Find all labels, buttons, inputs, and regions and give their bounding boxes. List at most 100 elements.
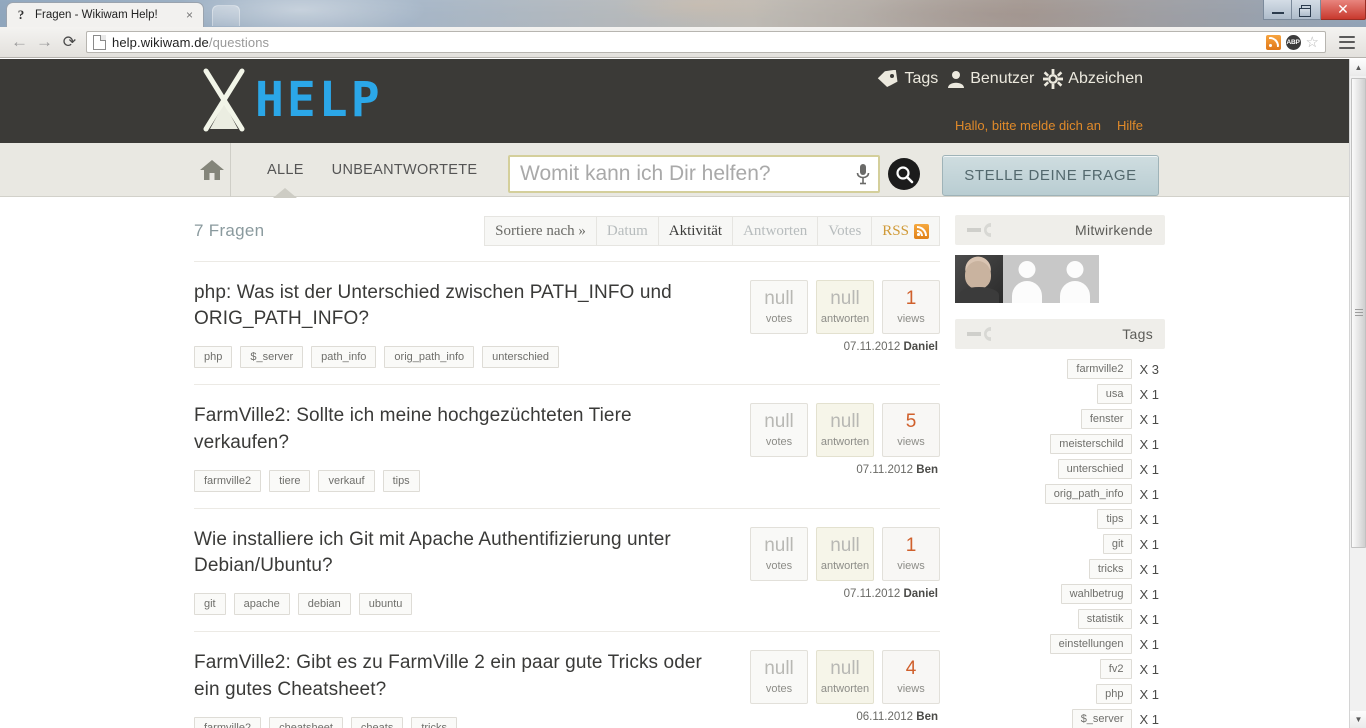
tag-chip[interactable]: tips [382, 469, 420, 492]
sidebar-tag-row: $_server X 1 [1071, 709, 1159, 728]
tag-chip[interactable]: php [1096, 684, 1133, 704]
sort-option-votes[interactable]: Votes [818, 217, 873, 245]
back-icon[interactable]: ← [7, 30, 32, 55]
adblock-icon[interactable]: ABP [1285, 34, 1301, 50]
tag-chip[interactable]: unterschied [482, 346, 560, 369]
sort-option-antworten[interactable]: Antworten [733, 217, 819, 245]
tag-chip[interactable]: tricks [1088, 559, 1133, 579]
question-author[interactable]: Daniel [903, 588, 938, 600]
stat-label: views [897, 559, 925, 572]
close-icon[interactable]: × [182, 8, 197, 23]
tag-chip[interactable]: orig_path_info [1044, 484, 1133, 504]
forward-icon[interactable]: → [32, 30, 57, 55]
scrollbar-thumb[interactable] [1351, 78, 1366, 548]
tag-chip[interactable]: tips [1097, 509, 1133, 529]
tag-chip[interactable]: debian [297, 593, 351, 616]
reload-icon[interactable]: ⟳ [57, 30, 82, 55]
login-prompt[interactable]: Hallo, bitte melde dich an [955, 118, 1101, 133]
address-bar[interactable]: help.wikiwam.de/questions ABP ☆ [86, 31, 1326, 53]
sidebar-tag-row: einstellungen X 1 [1049, 634, 1159, 654]
header-link-abzeichen[interactable]: Abzeichen [1043, 69, 1143, 89]
new-tab-button[interactable] [212, 5, 240, 26]
tag-chip[interactable]: ubuntu [358, 593, 413, 616]
avatar[interactable] [955, 255, 1003, 303]
tag-chip[interactable]: git [194, 593, 226, 616]
tag-chip[interactable]: php [194, 346, 233, 369]
tag-chip[interactable]: tricks [411, 716, 457, 728]
page-scrollbar[interactable]: ▲ ▼ [1349, 59, 1366, 728]
stat-value: null [764, 288, 794, 309]
bookmark-star-icon[interactable]: ☆ [1306, 35, 1319, 50]
avatar[interactable] [1051, 255, 1099, 303]
help-link[interactable]: Hilfe [1117, 118, 1143, 133]
microphone-icon[interactable] [856, 163, 870, 185]
scroll-up-arrow-icon[interactable]: ▲ [1350, 59, 1366, 76]
sort-bar: 7 Fragen Sortiere nach » Datum Aktivität… [194, 215, 940, 247]
maximize-button[interactable] [1292, 0, 1321, 20]
ask-question-button[interactable]: STELLE DEINE FRAGE [942, 155, 1159, 196]
stat-value: 1 [905, 288, 917, 309]
tag-chip[interactable]: farmville2 [194, 716, 262, 728]
tag-chip[interactable]: farmville2 [1067, 359, 1133, 379]
rss-link[interactable]: RSS [872, 217, 939, 245]
avatar[interactable] [1003, 255, 1051, 303]
sort-option-datum[interactable]: Datum [597, 217, 659, 245]
tag-chip[interactable]: einstellungen [1049, 634, 1133, 654]
tag-chip[interactable]: wahlbetrug [1060, 584, 1133, 604]
question-row: Wie installiere ich Git mit Apache Authe… [194, 507, 940, 631]
tag-chip[interactable]: git [1102, 534, 1133, 554]
search-button[interactable] [888, 158, 920, 190]
question-author[interactable]: Ben [916, 711, 938, 723]
tag-chip[interactable]: cheats [350, 716, 404, 728]
tag-chip[interactable]: $_server [1071, 709, 1133, 728]
tag-chip[interactable]: unterschied [1057, 459, 1133, 479]
rss-feed-icon[interactable] [1265, 34, 1281, 50]
question-body: FarmVille2: Gibt es zu FarmVille 2 ein p… [194, 650, 740, 728]
question-date: 06.11.2012 [856, 711, 914, 724]
header-link-benutzer[interactable]: Benutzer [947, 70, 1034, 88]
question-author[interactable]: Daniel [903, 341, 938, 353]
nav-tab-unbeantwortete[interactable]: UNBEANTWORTETE [318, 143, 492, 197]
stat-value: 1 [905, 534, 917, 556]
tag-chip[interactable]: meisterschild [1050, 434, 1133, 454]
hamburger-menu-icon[interactable] [1339, 35, 1355, 49]
browser-tab[interactable]: ? Fragen - Wikiwam Help! × [6, 2, 204, 27]
home-icon [200, 159, 224, 180]
site-logo[interactable]: HELP [197, 67, 383, 133]
nav-tab-alle[interactable]: ALLE [253, 143, 318, 197]
question-meta: 06.11.2012 Ben [740, 711, 940, 723]
tag-count: X 1 [1139, 411, 1159, 427]
scroll-down-arrow-icon[interactable]: ▼ [1350, 711, 1366, 728]
tag-chip[interactable]: farmville2 [194, 469, 262, 492]
stat-answers: null antworten [816, 403, 874, 458]
tag-chip[interactable]: tiere [269, 469, 311, 492]
home-button[interactable] [194, 142, 231, 197]
question-title[interactable]: Wie installiere ich Git mit Apache Authe… [194, 527, 714, 579]
header-link-tags[interactable]: Tags [877, 70, 938, 88]
tag-chip[interactable]: verkauf [318, 469, 375, 492]
search-input[interactable] [518, 161, 854, 187]
tag-chip[interactable]: $_server [240, 346, 304, 369]
question-title[interactable]: FarmVille2: Gibt es zu FarmVille 2 ein p… [194, 650, 714, 702]
tag-chip[interactable]: cheatsheet [269, 716, 343, 728]
search-box[interactable] [508, 155, 880, 193]
question-title[interactable]: FarmVille2: Sollte ich meine hochgezücht… [194, 403, 714, 455]
page-info-icon[interactable] [93, 34, 106, 50]
tag-chip[interactable]: orig_path_info [384, 346, 475, 369]
tag-chip[interactable]: usa [1096, 384, 1133, 404]
tag-chip[interactable]: statistik [1077, 609, 1133, 629]
tag-count: X 1 [1139, 536, 1159, 552]
tag-chip[interactable]: fenster [1080, 409, 1133, 429]
minimize-button[interactable] [1263, 0, 1292, 20]
question-author[interactable]: Ben [916, 464, 938, 476]
rss-icon [914, 223, 929, 239]
tab-title: Fragen - Wikiwam Help! [35, 9, 158, 21]
tag-chip[interactable]: path_info [311, 346, 377, 369]
stat-label: antworten [820, 313, 870, 325]
header-auth: Hallo, bitte melde dich an Hilfe [955, 118, 1143, 133]
tag-chip[interactable]: fv2 [1099, 659, 1133, 679]
sort-option-aktivitaet[interactable]: Aktivität [659, 217, 734, 245]
tag-chip[interactable]: apache [233, 593, 290, 616]
close-window-button[interactable]: ✕ [1321, 0, 1366, 20]
question-title[interactable]: php: Was ist der Unterschied zwischen PA… [194, 280, 714, 332]
